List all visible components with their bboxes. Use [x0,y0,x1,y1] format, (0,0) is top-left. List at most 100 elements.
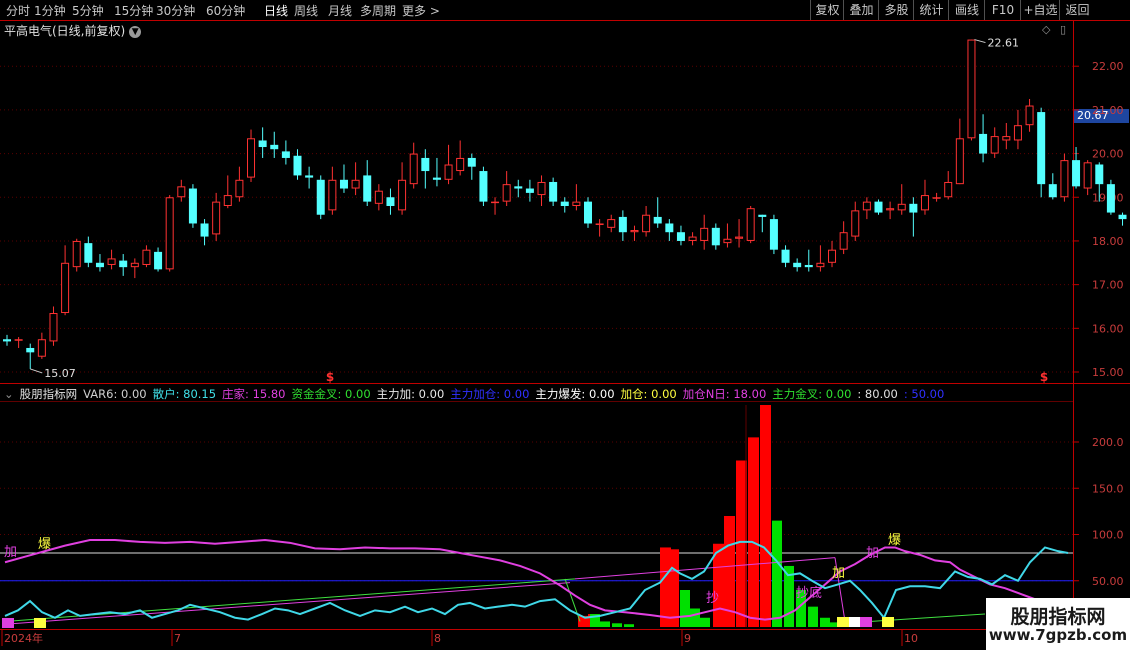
candle-body [711,227,720,246]
trend-line [4,582,571,625]
candle-body [932,197,941,199]
candle-body [618,216,627,233]
price-tick-label: 15.00 [1092,366,1124,379]
candle-body [746,208,755,241]
indicator-value: 庄家: 15.80 [222,387,286,401]
watermark-url: www.7gpzb.com [988,626,1128,644]
candle-body [26,347,35,353]
candle-body [293,155,302,176]
candle-body [351,179,360,189]
indicator-annotation: 抄 [706,591,719,606]
candle-body [223,195,232,207]
indicator-annotation: 抄底 [796,585,822,601]
candle-body [549,181,558,202]
candle-body [119,260,128,268]
candle-body [72,240,81,268]
capital-bar [820,617,830,627]
candle-body [700,227,709,241]
signal-block [2,618,14,628]
indicator-value: 主力加仓: 0.00 [450,387,530,401]
accumulation-bar [736,460,747,627]
candle-body [1072,160,1081,187]
candle-body [316,179,325,215]
candle-body [479,171,488,202]
candle-body [804,264,813,268]
signal-block [837,617,849,627]
indicator-tick-label: 50.00 [1092,575,1124,588]
candle-body [828,249,837,263]
candle-body [862,201,871,211]
candle-body [676,232,685,241]
indicator-annotation: 加 [832,566,845,581]
indicator-annotation: 加 [866,546,879,561]
indicator-tick-label: 150.0 [1092,482,1124,495]
candle-body [781,249,790,263]
capital-bar [600,621,610,627]
candle-body [537,181,546,196]
chevron-down-icon[interactable]: ⌄ [4,387,14,401]
candle-body [3,339,11,342]
candle-body [920,195,929,211]
signal-block [882,617,894,627]
candle-body [305,175,314,178]
candle-body [886,208,895,211]
indicator-value: 散户: 80.15 [152,387,217,401]
zhuangjia-line [4,539,1036,621]
signal-mark: $ [1040,370,1048,384]
candle-body [258,140,267,148]
price-tick-label: 18.00 [1092,235,1124,248]
candle-body [95,262,104,268]
candle-body [270,144,279,150]
accumulation-bar [668,549,679,627]
high-label: 22.61 [987,37,1019,50]
candle-body [328,179,337,211]
candle-body [212,201,221,235]
candle-body [188,188,197,224]
watermark-name: 股朋指标网 [1010,606,1106,628]
candle-body [897,203,906,211]
indicator-tick-label: 200.0 [1092,436,1124,449]
candle-body [432,177,441,180]
candle-body [409,153,418,185]
candle-body [642,214,651,233]
candle-body [165,197,174,270]
indicator-value: : 80.00 [857,387,898,401]
kline-chart: 22.0021.0020.0019.0018.0017.0016.0015.00… [0,20,1130,650]
indicator-annotation: 爆 [888,533,901,548]
candle-body [909,203,918,213]
candle-body [339,179,348,189]
candle-body [735,236,744,239]
candle-body [1083,162,1092,189]
price-tick-label: 22.00 [1092,60,1124,73]
low-label: 15.07 [44,367,76,380]
candle-body [793,262,802,268]
candle-body [572,201,581,206]
candle-body [130,262,139,268]
candle-body [456,157,465,172]
candle-body [177,186,186,198]
candle-body [363,175,372,202]
candle-body [1002,136,1011,141]
candle-body [1095,164,1104,185]
candle-body [1013,125,1022,141]
signal-block [860,617,872,627]
indicator-title: ⌄ 股朋指标网 VAR6: 0.00 散户: 80.15 庄家: 15.80 资金金叉: … [4,386,950,402]
candle-body [467,157,476,167]
capital-bar [690,608,700,627]
candle-body [374,190,383,204]
price-tick-label: 20.00 [1092,148,1124,161]
candle-body [967,39,976,139]
price-tick-label: 17.00 [1092,279,1124,292]
capital-bar [680,590,690,627]
candle-body [839,232,848,250]
candle-body [944,181,953,198]
candle-body [990,136,999,154]
indicator-value: 加仓: 0.00 [620,387,677,401]
capital-bar [772,520,782,627]
candle-body [386,197,395,206]
indicator-tick-label: 100.0 [1092,529,1124,542]
candle-body [61,262,70,314]
indicator-name: 股朋指标网 [19,387,78,401]
candle-body [1037,112,1046,185]
candle-body [1048,184,1057,198]
